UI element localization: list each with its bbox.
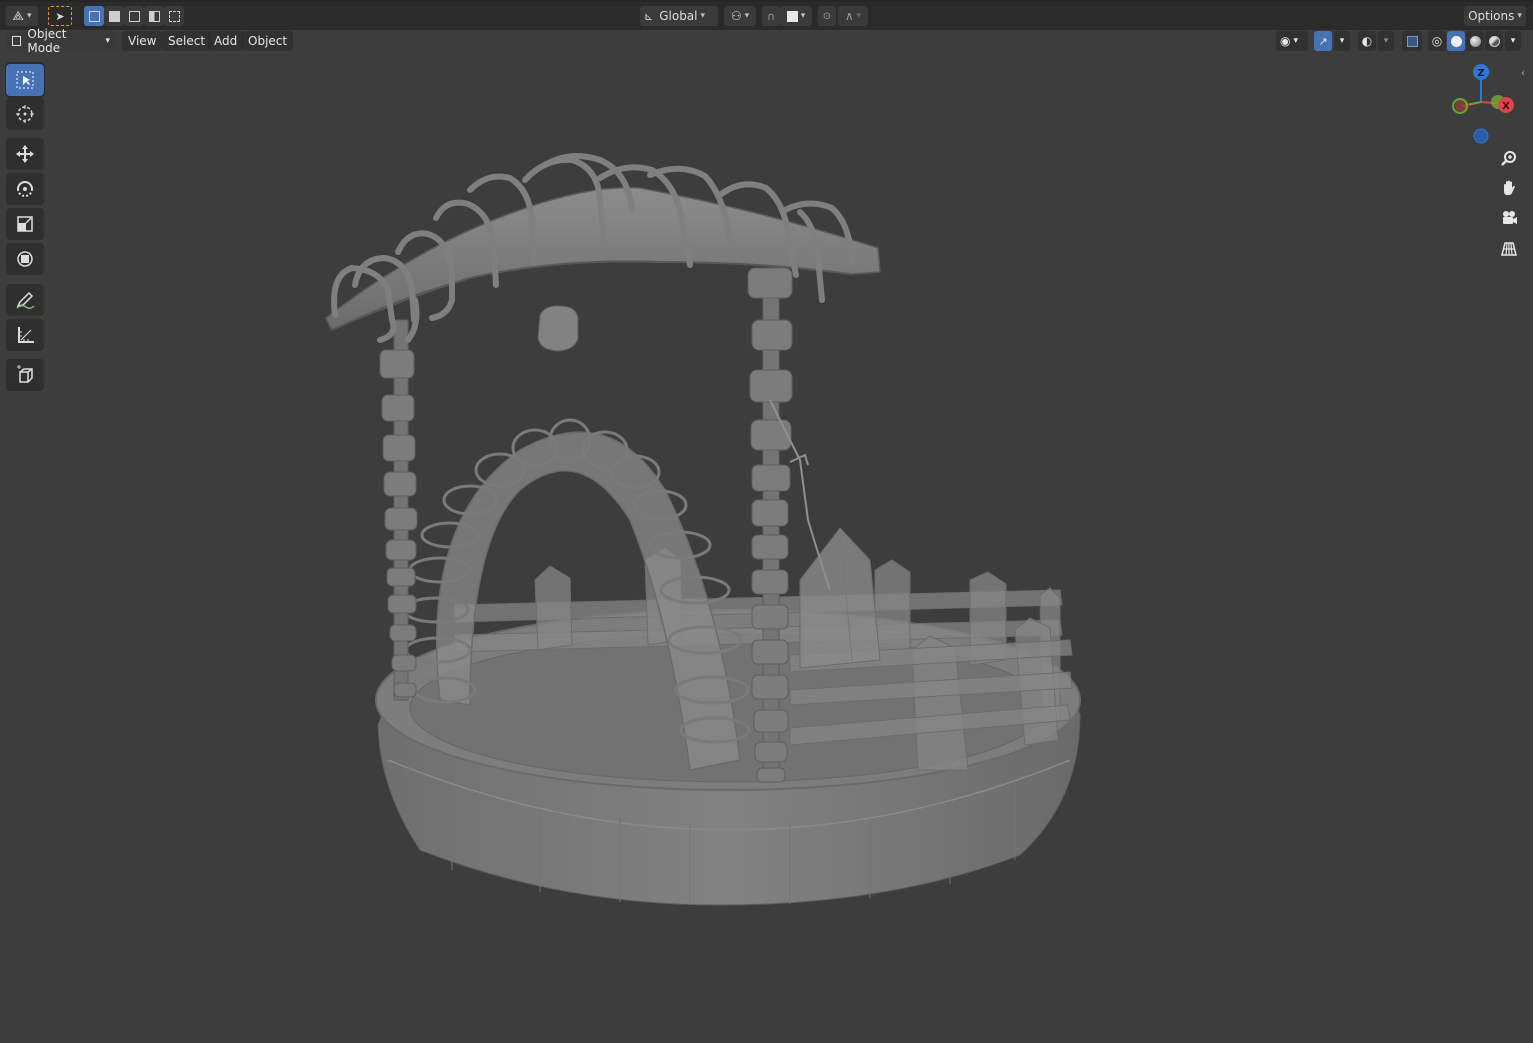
- lantern: [537, 305, 579, 352]
- menu-object[interactable]: Object: [242, 31, 294, 51]
- scene-render: [325, 153, 1081, 906]
- select-invert-icon: [148, 10, 160, 22]
- scale-icon: [17, 216, 33, 232]
- pivot-icon: ⚇: [730, 9, 742, 23]
- menu-object-label: Object: [248, 34, 288, 48]
- 3d-cursor-icon: [16, 105, 34, 123]
- xray-toggle[interactable]: [1402, 31, 1422, 51]
- shading-rendered[interactable]: [1485, 31, 1503, 51]
- move-icon: [16, 145, 34, 163]
- select-subtract-icon: [128, 10, 140, 22]
- select-extend-icon: [108, 10, 120, 22]
- shading-wireframe[interactable]: ◎: [1428, 31, 1446, 51]
- options-dropdown[interactable]: Options ▾: [1464, 6, 1526, 26]
- snap-target-dropdown[interactable]: ▾: [780, 6, 812, 26]
- sidebar-toggle-icon[interactable]: ‹: [1521, 68, 1525, 79]
- select-intersect-icon: [168, 10, 180, 22]
- overlays-icon: ◐: [1361, 34, 1373, 48]
- tool-add-cube[interactable]: [6, 359, 44, 391]
- hand-icon: [1504, 180, 1515, 195]
- menu-select[interactable]: Select: [162, 31, 212, 51]
- gizmo-z-label: Z: [1477, 68, 1484, 79]
- gizmo-z-negative: [1473, 128, 1489, 144]
- tool-rotate[interactable]: [6, 173, 44, 205]
- gizmo-icon: ↗: [1318, 34, 1328, 48]
- material-sphere-icon: [1469, 35, 1481, 47]
- falloff-curve-icon: ∧: [844, 9, 854, 23]
- cursor-icon: ➤: [55, 9, 65, 23]
- selection-mode-set[interactable]: [84, 6, 104, 26]
- visibility-dropdown[interactable]: ◉ ▾: [1276, 31, 1308, 51]
- perspective-toggle-button[interactable]: [1496, 236, 1522, 262]
- magnet-icon: ∩: [766, 9, 776, 23]
- top-header: ⟁ ▾ ➤ ⊾ Global ▾ ⚇ ▾ ∩ ▾ ⊙ ∧ ▾ Options ▾: [0, 0, 1533, 30]
- transform-icon: [17, 251, 33, 267]
- transform-orientation-dropdown[interactable]: ⊾ Global ▾: [640, 6, 718, 26]
- menu-view[interactable]: View: [122, 31, 163, 51]
- select-tool-indicator[interactable]: ➤: [48, 6, 72, 26]
- shading-dropdown[interactable]: ▾: [1505, 31, 1521, 51]
- selection-mode-extend[interactable]: [104, 6, 124, 26]
- proportional-icon: ⊙: [822, 10, 832, 22]
- 3d-viewport[interactable]: ⟁ ▾ ➤ ⊾ Global ▾ ⚇ ▾ ∩ ▾ ⊙ ∧ ▾ Options ▾…: [0, 0, 1533, 1043]
- camera-view-button[interactable]: [1496, 205, 1522, 231]
- object-mode-icon: [12, 36, 22, 46]
- tool-annotate[interactable]: [6, 284, 44, 316]
- menu-add[interactable]: Add: [208, 31, 244, 51]
- crystal: [799, 527, 881, 669]
- annotate-pencil-icon: [16, 291, 35, 310]
- editor-type-button[interactable]: ⟁ ▾: [6, 6, 38, 26]
- gizmo-dropdown[interactable]: ▾: [1334, 31, 1350, 51]
- zoom-button[interactable]: [1496, 145, 1522, 171]
- menu-view-label: View: [128, 34, 157, 48]
- tool-scale[interactable]: [6, 208, 44, 240]
- overlays-dropdown[interactable]: ▾: [1378, 31, 1394, 51]
- menu-select-label: Select: [168, 34, 206, 48]
- proportional-editing-toggle[interactable]: ⊙: [818, 6, 836, 26]
- tool-select-box[interactable]: [6, 64, 44, 96]
- rotate-icon: [17, 181, 33, 197]
- gizmo-toggle[interactable]: ↗: [1314, 31, 1332, 51]
- transform-orientation-label: Global: [659, 9, 698, 23]
- tool-measure[interactable]: [6, 319, 44, 351]
- object-mode-label: Object Mode: [27, 27, 67, 55]
- measure-ruler-icon: [18, 327, 34, 343]
- pivot-point-dropdown[interactable]: ⚇ ▾: [724, 6, 756, 26]
- shading-solid[interactable]: [1447, 31, 1465, 51]
- shading-material[interactable]: [1466, 31, 1484, 51]
- options-label: Options: [1468, 9, 1515, 23]
- proportional-falloff-dropdown[interactable]: ∧ ▾: [838, 6, 868, 26]
- snap-toggle[interactable]: ∩: [762, 6, 780, 26]
- gizmo-caret-icon: ▾: [1339, 36, 1345, 46]
- zoom-magnifier-icon: [1501, 151, 1516, 166]
- eye-icon: ◉: [1280, 34, 1291, 48]
- roof-beam: [325, 153, 881, 343]
- solid-sphere-icon: [1450, 35, 1462, 47]
- gizmo-x-label: X: [1502, 101, 1510, 112]
- navigation-gizmo[interactable]: X Z: [1440, 60, 1520, 150]
- pan-button[interactable]: [1496, 175, 1522, 201]
- overlays-caret-icon: ▾: [1383, 36, 1389, 46]
- tool-cursor[interactable]: [6, 98, 44, 130]
- wireframe-sphere-icon: ◎: [1431, 34, 1443, 48]
- rendered-sphere-icon: [1488, 35, 1500, 47]
- selection-mode-subtract[interactable]: [124, 6, 144, 26]
- selection-mode-invert[interactable]: [144, 6, 164, 26]
- camera-icon: [1503, 211, 1517, 224]
- menu-add-label: Add: [214, 34, 238, 48]
- selection-mode-intersect[interactable]: [164, 6, 184, 26]
- shading-caret-icon: ▾: [1510, 36, 1516, 46]
- grid-perspective-icon: [1501, 242, 1517, 256]
- select-new-icon: [88, 10, 100, 22]
- xray-icon: [1406, 35, 1418, 47]
- tool-transform[interactable]: [6, 243, 44, 275]
- add-cube-icon: [17, 365, 33, 383]
- overlays-toggle[interactable]: ◐: [1358, 31, 1376, 51]
- orientation-icon: ⊾: [644, 9, 654, 23]
- select-box-icon: [16, 71, 34, 89]
- tool-move[interactable]: [6, 138, 44, 170]
- editor-type-icon: ⟁: [12, 8, 25, 24]
- snap-increment-icon: [786, 10, 798, 22]
- object-mode-dropdown[interactable]: Object Mode ▾: [6, 27, 116, 55]
